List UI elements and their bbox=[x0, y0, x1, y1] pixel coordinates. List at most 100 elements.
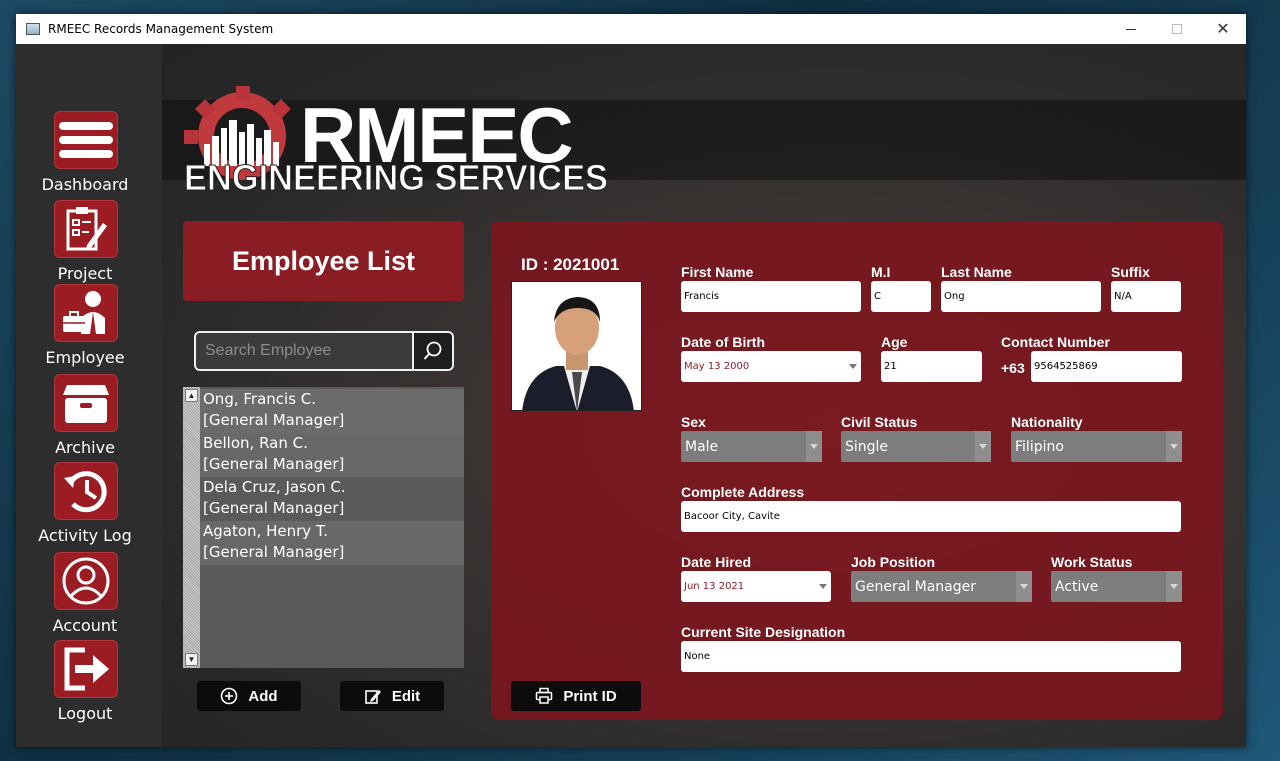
civil-status-select[interactable]: Single bbox=[841, 431, 991, 462]
last-name-label: Last Name bbox=[941, 264, 1012, 280]
site-field[interactable]: None bbox=[681, 641, 1181, 672]
mi-field[interactable]: C bbox=[871, 281, 931, 312]
dob-label: Date of Birth bbox=[681, 334, 765, 350]
employee-id: ID : 2021001 bbox=[521, 255, 620, 274]
sex-label: Sex bbox=[681, 414, 706, 430]
employee-list-title: Employee List bbox=[183, 221, 464, 301]
company-logo: RMEEC ENGINEERING SERVICES bbox=[184, 86, 609, 194]
chevron-down-icon bbox=[975, 431, 991, 462]
edit-button[interactable]: Edit bbox=[340, 681, 444, 711]
chevron-down-icon bbox=[1166, 431, 1182, 462]
sex-select[interactable]: Male bbox=[681, 431, 822, 462]
sidebar-item-employee[interactable]: Employee bbox=[16, 284, 162, 367]
print-id-button[interactable]: Print ID bbox=[511, 681, 641, 711]
printer-icon bbox=[536, 687, 553, 704]
contact-label: Contact Number bbox=[1001, 334, 1110, 350]
chevron-down-icon bbox=[1016, 571, 1032, 602]
address-label: Complete Address bbox=[681, 484, 805, 500]
mi-label: M.I bbox=[871, 264, 891, 280]
archive-box-icon bbox=[54, 374, 118, 432]
age-field[interactable]: 21 bbox=[881, 351, 982, 382]
add-circle-icon bbox=[221, 687, 238, 705]
employee-details-panel: ID : 2021001 First Name Francis M.I C La… bbox=[491, 221, 1223, 720]
job-position-select[interactable]: General Manager bbox=[851, 571, 1032, 602]
minimize-button[interactable] bbox=[1108, 14, 1154, 44]
date-hired-label: Date Hired bbox=[681, 554, 752, 570]
work-status-select[interactable]: Active bbox=[1051, 571, 1182, 602]
search-button[interactable] bbox=[412, 333, 452, 369]
maximize-icon bbox=[1172, 24, 1182, 34]
maximize-button[interactable] bbox=[1154, 14, 1200, 44]
sidebar-item-activity-log[interactable]: Activity Log bbox=[16, 462, 162, 545]
chevron-down-icon bbox=[849, 364, 857, 369]
employee-position: [General Manager] bbox=[203, 411, 345, 429]
sidebar-label-employee: Employee bbox=[45, 348, 125, 367]
search-input[interactable] bbox=[196, 333, 412, 369]
date-hired-value: Jun 13 2021 bbox=[684, 581, 745, 592]
sidebar-label-logout: Logout bbox=[57, 704, 113, 723]
employee-name: Dela Cruz, Jason C. bbox=[203, 478, 346, 496]
list-item[interactable]: Dela Cruz, Jason C. [General Manager] bbox=[200, 477, 464, 521]
sidebar-item-account[interactable]: Account bbox=[16, 552, 162, 635]
window-title: RMEEC Records Management System bbox=[48, 22, 274, 36]
minimize-icon bbox=[1126, 28, 1136, 30]
address-field[interactable]: Bacoor City, Cavite bbox=[681, 501, 1181, 532]
employee-name: Ong, Francis C. bbox=[203, 390, 317, 408]
sidebar-item-dashboard[interactable]: Dashboard bbox=[16, 111, 162, 194]
chevron-down-icon bbox=[819, 584, 827, 589]
print-id-label: Print ID bbox=[563, 687, 617, 705]
work-status-label: Work Status bbox=[1051, 554, 1133, 570]
employee-name: Bellon, Ran C. bbox=[203, 434, 308, 452]
sidebar-label-project: Project bbox=[57, 264, 113, 283]
first-name-field[interactable]: Francis bbox=[681, 281, 861, 312]
nationality-value: Filipino bbox=[1015, 438, 1064, 455]
employee-photo-image bbox=[512, 282, 641, 410]
logout-icon bbox=[54, 640, 118, 698]
menu-icon bbox=[54, 111, 118, 169]
list-scrollbar[interactable]: ▲ ▼ bbox=[183, 387, 200, 668]
suffix-label: Suffix bbox=[1111, 264, 1150, 280]
search-icon bbox=[423, 341, 442, 360]
user-circle-icon bbox=[54, 552, 118, 610]
list-item[interactable]: Agaton, Henry T. [General Manager] bbox=[200, 521, 464, 565]
edit-icon bbox=[365, 690, 381, 704]
sidebar: Dashboard Project Employee Archive Activ… bbox=[16, 44, 162, 747]
civil-status-value: Single bbox=[845, 438, 889, 455]
app-icon bbox=[26, 23, 40, 35]
add-button[interactable]: Add bbox=[197, 681, 301, 711]
list-item[interactable]: Bellon, Ran C. [General Manager] bbox=[200, 433, 464, 477]
sidebar-item-logout[interactable]: Logout bbox=[16, 640, 162, 723]
site-label: Current Site Designation bbox=[681, 624, 846, 640]
contact-field[interactable]: 9564525869 bbox=[1031, 351, 1182, 382]
employee-position: [General Manager] bbox=[203, 455, 345, 473]
list-item[interactable]: Ong, Francis C. [General Manager] bbox=[200, 389, 464, 433]
title-bar: RMEEC Records Management System ✕ bbox=[16, 14, 1246, 44]
chevron-down-icon bbox=[806, 431, 822, 462]
first-name-label: First Name bbox=[681, 264, 754, 280]
close-icon: ✕ bbox=[1216, 21, 1230, 38]
employee-icon bbox=[54, 284, 118, 342]
edit-button-label: Edit bbox=[391, 687, 421, 705]
last-name-field[interactable]: Ong bbox=[941, 281, 1101, 312]
suffix-field[interactable]: N/A bbox=[1111, 281, 1181, 312]
civil-status-label: Civil Status bbox=[841, 414, 918, 430]
sidebar-label-activity-log: Activity Log bbox=[38, 526, 132, 545]
nationality-select[interactable]: Filipino bbox=[1011, 431, 1182, 462]
dob-picker[interactable]: May 13 2000 bbox=[681, 351, 861, 382]
sidebar-item-project[interactable]: Project bbox=[16, 200, 162, 283]
scroll-up-button[interactable]: ▲ bbox=[185, 389, 198, 402]
date-hired-picker[interactable]: Jun 13 2021 bbox=[681, 571, 831, 602]
history-icon bbox=[54, 462, 118, 520]
app-window: RMEEC Records Management System ✕ Dashbo… bbox=[16, 14, 1246, 747]
contact-prefix: +63 bbox=[1001, 360, 1025, 376]
scroll-down-button[interactable]: ▼ bbox=[185, 653, 198, 666]
job-position-value: General Manager bbox=[855, 578, 976, 595]
sidebar-label-archive: Archive bbox=[55, 438, 115, 457]
logo-text-engineering: ENGINEERING SERVICES bbox=[184, 157, 608, 194]
dob-value: May 13 2000 bbox=[684, 361, 750, 372]
job-position-label: Job Position bbox=[851, 554, 935, 570]
close-button[interactable]: ✕ bbox=[1200, 14, 1246, 44]
nationality-label: Nationality bbox=[1011, 414, 1083, 430]
sidebar-item-archive[interactable]: Archive bbox=[16, 374, 162, 457]
chevron-down-icon bbox=[1166, 571, 1182, 602]
